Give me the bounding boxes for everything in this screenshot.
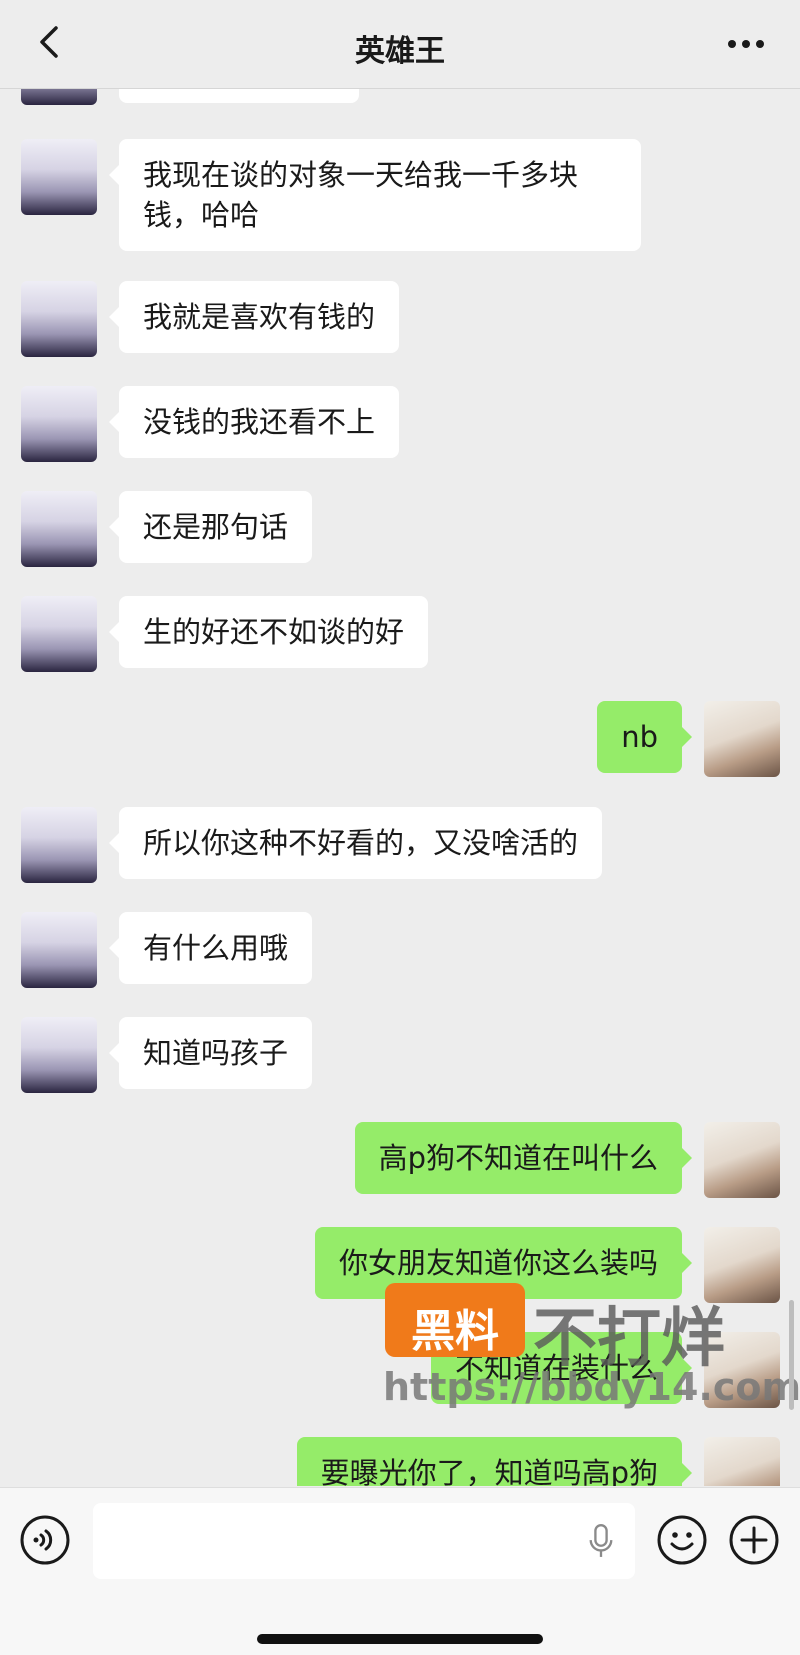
message-text: 还是那句话	[143, 510, 289, 544]
message-text: 要曝光你了，知道吗高p狗	[320, 1456, 658, 1486]
message-bubble[interactable]: 有什么用哦	[108, 912, 313, 984]
message-text: nb	[621, 720, 658, 754]
chat-title: 英雄王	[355, 34, 445, 69]
message-input[interactable]	[93, 1503, 635, 1579]
voice-toggle-icon[interactable]	[19, 1514, 71, 1566]
message-bubble[interactable]: 知道吗孩子	[108, 1017, 313, 1089]
emoji-icon[interactable]	[656, 1514, 708, 1566]
contact-avatar[interactable]	[21, 386, 97, 462]
message-text: 有什么用哦	[143, 931, 289, 965]
contact-avatar[interactable]	[21, 807, 97, 883]
message-bubble-sent[interactable]: nb	[597, 701, 692, 773]
contact-avatar[interactable]	[21, 281, 97, 357]
message-bubble[interactable]: 没钱的我还看不上	[108, 386, 400, 458]
message-bubble[interactable]: 所以你这种不好看的，又没啥活的	[108, 807, 603, 879]
message-bubble-sent[interactable]: 要曝光你了，知道吗高p狗	[296, 1437, 693, 1486]
contact-avatar[interactable]	[21, 491, 97, 567]
message-bubble-partial[interactable]	[119, 89, 359, 103]
my-avatar[interactable]	[704, 701, 780, 777]
message-text: 我就是喜欢有钱的	[143, 300, 376, 334]
input-bar	[0, 1487, 800, 1655]
contact-avatar[interactable]	[21, 596, 97, 672]
contact-avatar[interactable]	[21, 1017, 97, 1093]
home-indicator[interactable]	[257, 1634, 543, 1644]
message-text: 你女朋友知道你这么装吗	[338, 1246, 658, 1280]
message-text: 高p狗不知道在叫什么	[378, 1141, 658, 1175]
chat-area[interactable]: 我现在谈的对象一天给我一千多块 钱，哈哈 我就是喜欢有钱的 没钱的我还看不上 还…	[0, 89, 800, 1486]
message-bubble[interactable]: 生的好还不如谈的好	[108, 596, 429, 668]
message-text: 生的好还不如谈的好	[143, 615, 405, 649]
watermark-badge: 黑料	[385, 1283, 525, 1357]
contact-avatar[interactable]	[21, 139, 97, 215]
message-bubble-sent[interactable]: 高p狗不知道在叫什么	[354, 1122, 693, 1194]
message-bubble[interactable]: 还是那句话	[108, 491, 313, 563]
more-icon[interactable]	[722, 20, 770, 64]
message-text: 没钱的我还看不上	[143, 405, 376, 439]
my-avatar[interactable]	[704, 1122, 780, 1198]
message-text: 钱，哈哈	[143, 198, 260, 232]
message-text: 我现在谈的对象一天给我一千多块	[143, 158, 579, 192]
message-bubble[interactable]: 我就是喜欢有钱的	[108, 281, 400, 353]
message-text: 所以你这种不好看的，又没啥活的	[143, 826, 579, 860]
nav-bar: 英雄王	[0, 0, 800, 89]
contact-avatar[interactable]	[21, 912, 97, 988]
watermark: 黑料 不打烊 https://bbdy14.com	[383, 1283, 800, 1413]
add-icon[interactable]	[728, 1514, 780, 1566]
message-text: 知道吗孩子	[143, 1036, 289, 1070]
watermark-badge-text: 黑料	[411, 1306, 499, 1357]
my-avatar[interactable]	[704, 1437, 780, 1486]
microphone-icon[interactable]	[587, 1523, 615, 1561]
watermark-url: https://bbdy14.com	[383, 1365, 800, 1409]
scrollbar[interactable]	[789, 1300, 794, 1410]
contact-avatar[interactable]	[21, 89, 97, 105]
message-bubble[interactable]: 我现在谈的对象一天给我一千多块 钱，哈哈	[109, 139, 641, 251]
